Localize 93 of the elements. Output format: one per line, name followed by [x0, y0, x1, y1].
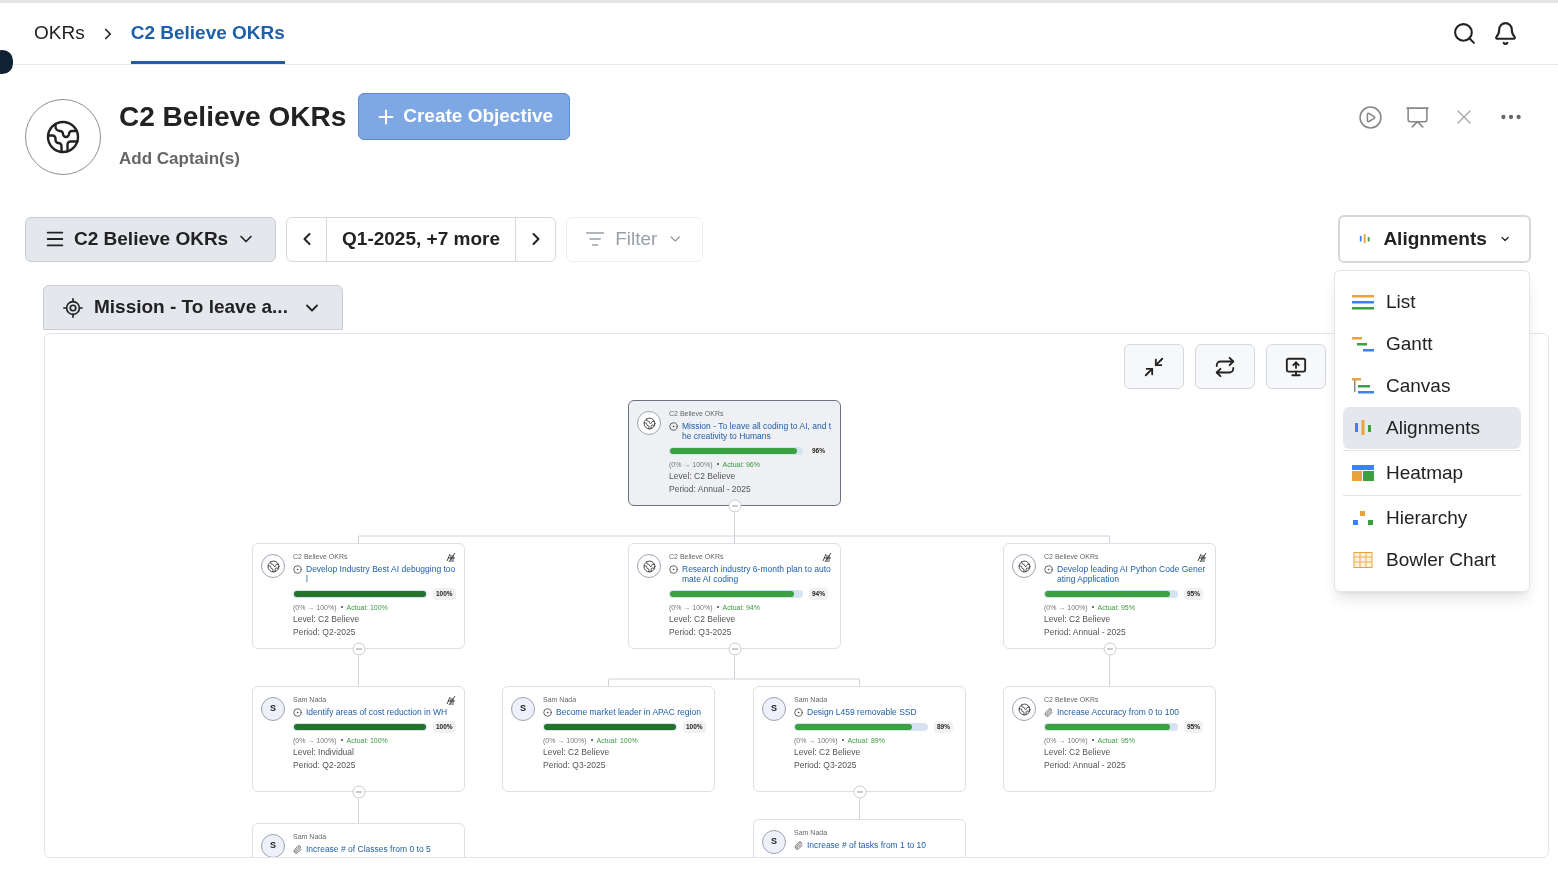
aligned-icon — [1197, 552, 1207, 563]
view-menu-item[interactable]: Heatmap — [1343, 452, 1521, 494]
globe-avatar — [1012, 697, 1036, 721]
okr-title[interactable]: Increase # of tasks from 1 to 10 — [807, 840, 927, 850]
okr-title[interactable]: Design L459 removable SSD — [807, 707, 917, 717]
collapse-toggle[interactable] — [351, 642, 366, 656]
okr-title[interactable]: Develop Industry Best AI debugging tool — [306, 564, 456, 584]
user-avatar: S — [261, 697, 285, 721]
objective-icon — [1044, 565, 1053, 574]
globe-avatar — [637, 554, 661, 578]
globe-avatar — [1012, 554, 1036, 578]
level-text: Level: C2 Believe — [794, 745, 861, 759]
collapse-toggle[interactable] — [727, 499, 742, 513]
bar-chart-icon — [1352, 420, 1374, 436]
period-text: Period: Q3-2025 — [669, 625, 732, 639]
swap-button[interactable] — [1195, 344, 1255, 389]
okr-title[interactable]: Mission - To leave all coding to AI, and the creativity to Humans — [682, 421, 832, 441]
view-select[interactable]: Alignments — [1338, 215, 1531, 263]
level-text: Level: C2 Believe — [669, 612, 736, 626]
period-text: Period: Q3-2025 — [794, 758, 857, 772]
present-button[interactable] — [1266, 344, 1326, 389]
target-icon — [62, 296, 84, 319]
page-title: C2 Believe OKRs — [119, 99, 347, 134]
period-text: Period: Q3-2025 — [543, 758, 606, 772]
okr-title[interactable]: Research industry 6-month plan to automate AI coding — [682, 564, 832, 584]
list-icon — [1352, 294, 1374, 310]
okr-title[interactable]: Develop leading AI Python Code Generating Application — [1057, 564, 1207, 584]
collapse-toggle[interactable] — [1102, 642, 1117, 656]
paperclip-icon — [794, 841, 803, 850]
period-text: Period: Annual - 2025 — [1044, 758, 1126, 772]
period-text: Period: Annual - 2025 — [669, 482, 751, 496]
level-text: Level: C2 Believe — [1044, 745, 1111, 759]
user-avatar: S — [762, 830, 786, 854]
objective-icon — [794, 708, 803, 717]
level-text: Level: C2 Believe — [669, 469, 736, 483]
paperclip-icon — [293, 845, 302, 854]
globe-avatar — [637, 411, 661, 435]
level-text: Level: C2 Believe — [1044, 612, 1111, 626]
breadcrumb-link[interactable]: C2 Believe OKRs — [130, 3, 285, 64]
connector-line — [1109, 655, 1110, 687]
view-menu-item[interactable]: Bowler Chart — [1343, 539, 1521, 581]
paperclip-icon — [1044, 708, 1053, 717]
okr-title[interactable]: Increase Accuracy from 0 to 100 — [1057, 707, 1179, 717]
aligned-icon — [446, 552, 456, 563]
level-text: Level: C2 Believe — [293, 612, 360, 626]
view-menu-item[interactable]: Hierarchy — [1343, 497, 1521, 539]
collapse-all-button[interactable] — [1124, 344, 1184, 389]
okr-title[interactable]: Identify areas of cost reduction in WH — [306, 707, 448, 717]
collapse-toggle[interactable] — [727, 642, 742, 656]
period-text: Period: Q2-2025 — [293, 625, 356, 639]
connector-line — [859, 798, 860, 820]
level-text: Level: C2 Believe — [543, 745, 610, 759]
canvas-icon — [1352, 378, 1374, 394]
user-avatar: S — [511, 697, 535, 721]
objective-icon — [293, 565, 302, 574]
mission-select[interactable]: Mission - To leave a... — [43, 285, 343, 330]
objective-icon — [293, 708, 302, 717]
collapse-icon — [1143, 355, 1165, 378]
aligned-icon — [822, 552, 832, 563]
period-text: Period: Annual - 2025 — [1044, 625, 1126, 639]
okr-select[interactable]: C2 Believe OKRs — [25, 216, 276, 262]
breadcrumb-link[interactable]: OKRs — [34, 3, 85, 64]
period-text[interactable]: Q1-2025, +7 more — [327, 224, 515, 254]
globe-avatar — [261, 554, 285, 578]
collapse-toggle[interactable] — [351, 785, 366, 799]
collapse-toggle[interactable] — [852, 785, 867, 799]
play-icon[interactable] — [1358, 104, 1383, 130]
connector-line — [358, 798, 359, 824]
aligned-icon — [446, 695, 456, 706]
presentation-icon[interactable] — [1405, 104, 1430, 130]
period-text: Period: Q2-2025 — [293, 758, 356, 772]
okr-title[interactable]: Become market leader in APAC region — [556, 707, 701, 717]
level-text: Level: Individual — [293, 745, 354, 759]
connector-line — [358, 655, 359, 687]
okr-title[interactable]: Increase # of Classes from 0 to 5 — [306, 844, 431, 854]
hierarchy-icon — [1352, 510, 1374, 526]
table-icon — [1352, 552, 1374, 568]
view-menu-item[interactable]: List — [1343, 281, 1521, 323]
view-menu-item[interactable]: Gantt — [1343, 323, 1521, 365]
view-menu-item[interactable]: Alignments — [1343, 407, 1521, 449]
monitor-icon — [1285, 355, 1307, 378]
notification-icon[interactable] — [1493, 21, 1518, 46]
gantt-icon — [1352, 336, 1374, 352]
view-menu-item[interactable]: Canvas — [1343, 365, 1521, 407]
objective-icon — [669, 422, 678, 431]
objective-icon — [669, 565, 678, 574]
repeat-icon — [1214, 355, 1236, 378]
search-icon[interactable] — [1452, 21, 1477, 46]
user-avatar: S — [762, 697, 786, 721]
add-captains-link[interactable]: Add Captain(s) — [119, 146, 240, 172]
heatmap-icon — [1352, 465, 1374, 481]
objective-icon — [543, 708, 552, 717]
user-avatar: S — [261, 834, 285, 857]
